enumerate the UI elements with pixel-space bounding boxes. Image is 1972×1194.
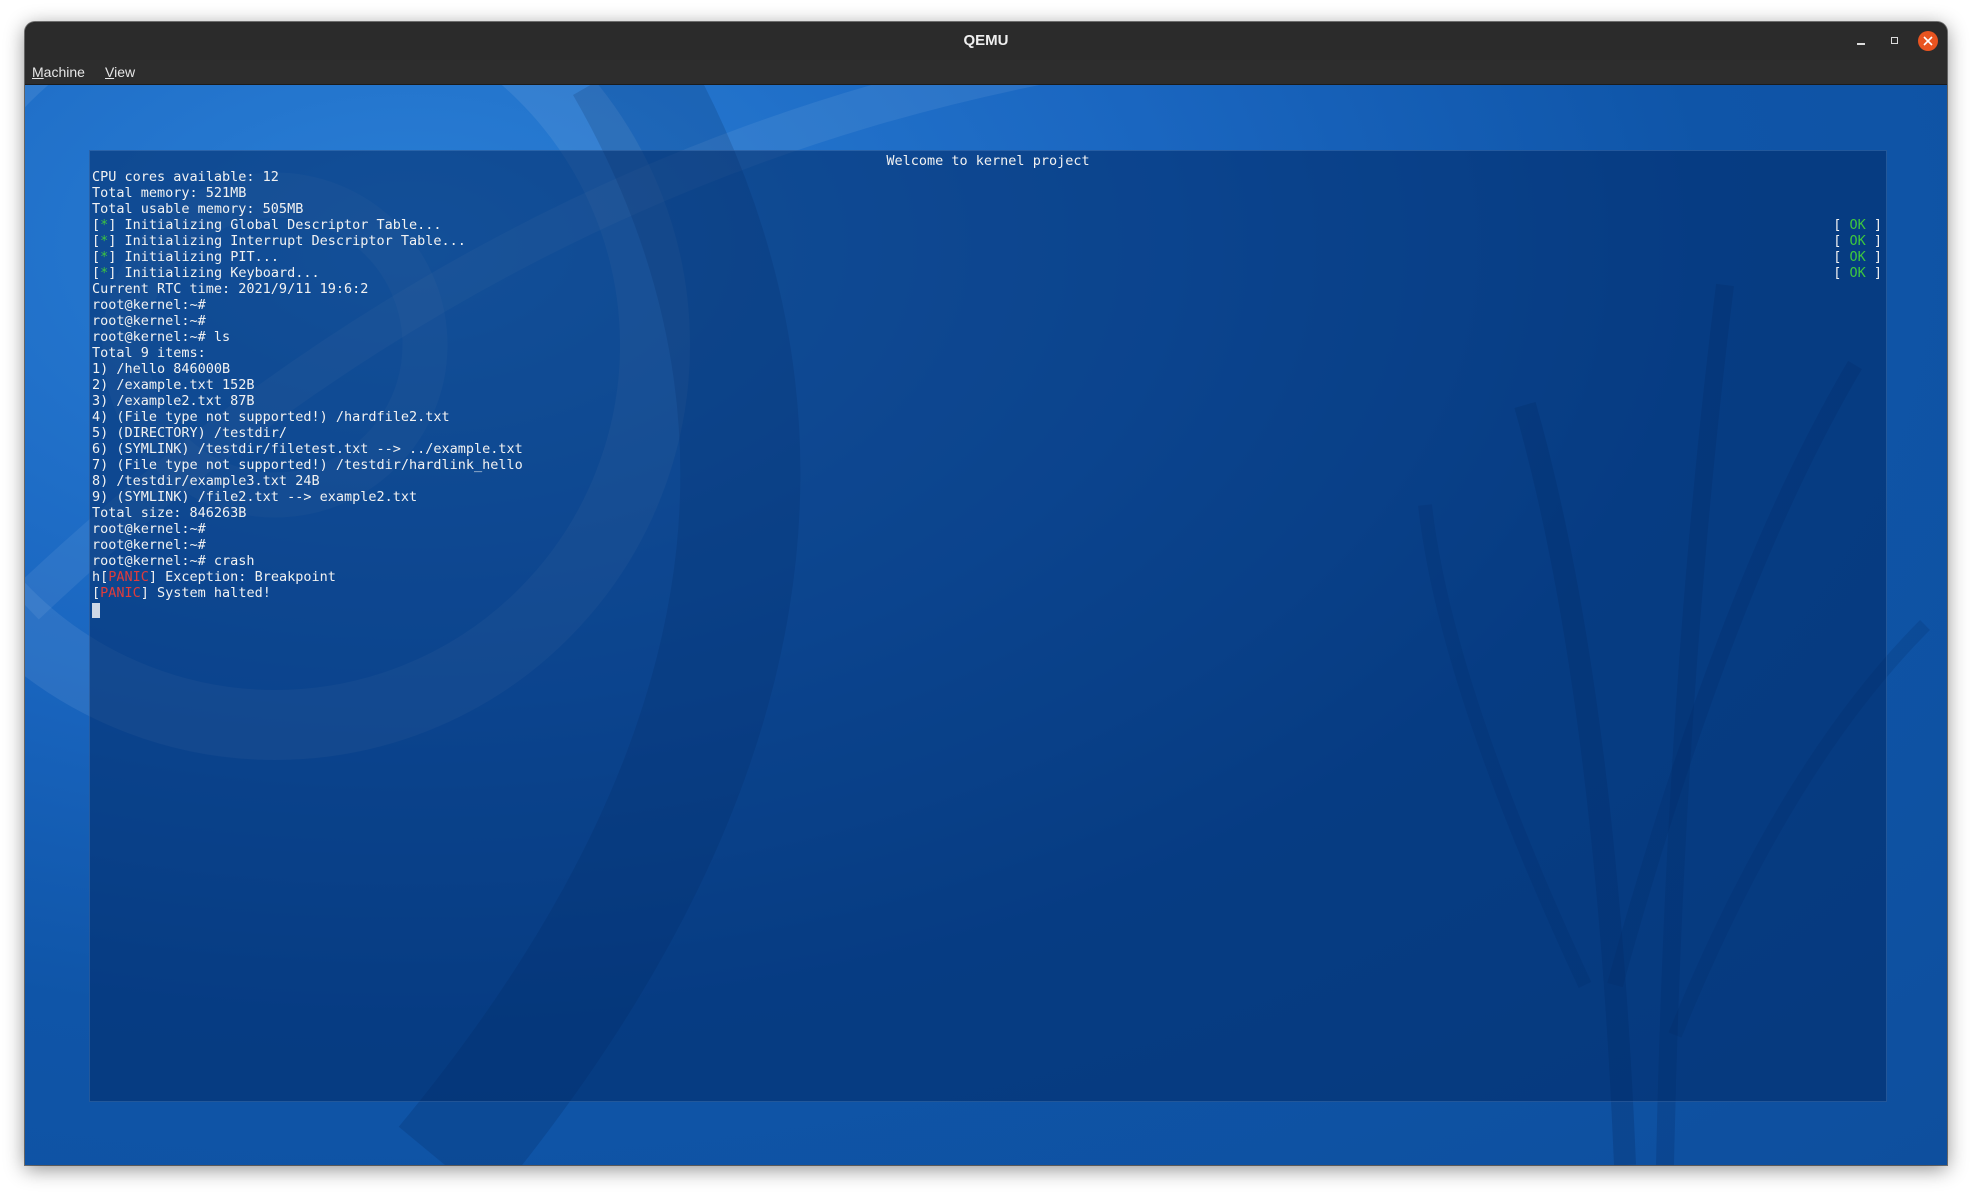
menu-machine[interactable]: Machine [32, 60, 85, 84]
ok-status: [ OK ] [1833, 265, 1882, 281]
console-line: Total size: 846263B [92, 505, 247, 521]
console-line: 7) (File type not supported!) /testdir/h… [92, 457, 523, 473]
menu-view[interactable]: View [105, 60, 135, 84]
console-line: root@kernel:~# [92, 313, 206, 329]
console-line: Total 9 items: [92, 345, 206, 361]
console-line: root@kernel:~# [92, 537, 206, 553]
console-line: 3) /example2.txt 87B [92, 393, 255, 409]
vm-screen[interactable]: Welcome to kernel project CPU cores avai… [25, 85, 1947, 1165]
console-line: 5) (DIRECTORY) /testdir/ [92, 425, 288, 441]
console-line: root@kernel:~# ls [92, 329, 231, 345]
init-step: [*] Initializing Interrupt Descriptor Ta… [92, 233, 466, 249]
close-icon[interactable] [1918, 31, 1938, 51]
ok-status: [ OK ] [1833, 233, 1882, 249]
console-header: Welcome to kernel project [886, 153, 1090, 169]
qemu-window: QEMU Machine View Welcome to kernel proj… [25, 22, 1947, 1165]
console-line: root@kernel:~# [92, 297, 206, 313]
panic-line: [PANIC] System halted! [92, 585, 271, 601]
init-step: [*] Initializing Global Descriptor Table… [92, 217, 442, 233]
console-line: Total memory: 521MB [92, 185, 247, 201]
menu-bar: Machine View [25, 60, 1947, 85]
text-cursor [92, 603, 100, 618]
kernel-console[interactable]: Welcome to kernel project CPU cores avai… [89, 150, 1887, 1102]
console-line: Total usable memory: 505MB [92, 201, 304, 217]
console-line: CPU cores available: 12 [92, 169, 279, 185]
console-line: root@kernel:~# [92, 521, 206, 537]
panic-line: h[PANIC] Exception: Breakpoint [92, 569, 336, 585]
console-line: 9) (SYMLINK) /file2.txt --> example2.txt [92, 489, 418, 505]
window-title: QEMU [963, 32, 1009, 49]
ok-status: [ OK ] [1833, 249, 1882, 265]
title-bar[interactable]: QEMU [25, 22, 1947, 61]
console-line: 6) (SYMLINK) /testdir/filetest.txt --> .… [92, 441, 523, 457]
console-line: 8) /testdir/example3.txt 24B [92, 473, 320, 489]
console-line: 2) /example.txt 152B [92, 377, 255, 393]
console-line: Current RTC time: 2021/9/11 19:6:2 [92, 281, 369, 297]
console-line: 1) /hello 846000B [92, 361, 231, 377]
ok-status: [ OK ] [1833, 217, 1882, 233]
init-step: [*] Initializing PIT... [92, 249, 279, 265]
init-step: [*] Initializing Keyboard... [92, 265, 320, 281]
maximize-icon[interactable] [1885, 31, 1905, 51]
console-line: 4) (File type not supported!) /hardfile2… [92, 409, 450, 425]
minimize-icon[interactable] [1851, 31, 1871, 51]
console-line: root@kernel:~# crash [92, 553, 255, 569]
